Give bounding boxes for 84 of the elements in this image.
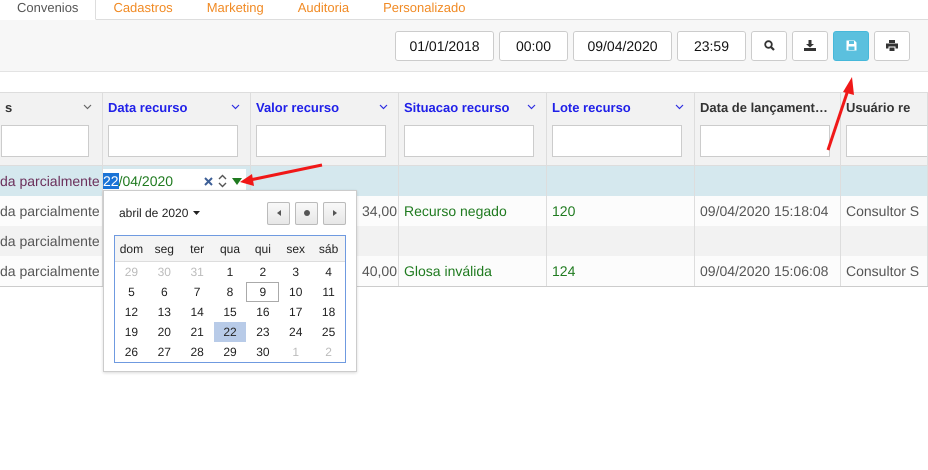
column-title[interactable]: Data recurso: [108, 100, 188, 114]
triangle-left-icon: [276, 210, 280, 216]
next-month-button[interactable]: [323, 202, 346, 224]
cell-text: 34,00: [362, 203, 397, 219]
filter-field[interactable]: [1, 125, 89, 157]
calendar-day[interactable]: 15: [214, 302, 246, 322]
weekday-label: qui: [254, 240, 272, 258]
spinner-icon[interactable]: [218, 174, 227, 188]
chevron-down-icon[interactable]: [527, 104, 536, 110]
calendar-day[interactable]: 27: [148, 342, 181, 362]
calendar-day[interactable]: 22: [214, 322, 246, 342]
cell-text: Consultor S: [846, 263, 920, 279]
calendar-day[interactable]: 9: [246, 282, 280, 302]
cell-text: 09/04/2020 15:06:08: [700, 263, 828, 279]
calendar-day[interactable]: 25: [312, 322, 346, 342]
column-title[interactable]: Situacao recurso: [404, 100, 510, 114]
cell-text: da parcialmente: [0, 263, 100, 279]
triangle-right-icon: [332, 210, 336, 216]
chevron-down-icon[interactable]: [231, 104, 240, 110]
cell-text: da parcialmente: [0, 173, 100, 189]
calendar-day[interactable]: 26: [115, 342, 148, 362]
cell-text: 40,00: [362, 263, 397, 279]
calendar-day[interactable]: 18: [312, 302, 346, 322]
filter-field[interactable]: [700, 125, 830, 157]
column-title[interactable]: Usuário re: [846, 100, 910, 114]
calendar-day[interactable]: 13: [148, 302, 181, 322]
print-button[interactable]: [874, 30, 910, 60]
calendar-day[interactable]: 1: [214, 262, 246, 282]
cell-text: 120: [552, 203, 576, 219]
chevron-down-icon[interactable]: [83, 104, 92, 110]
cell-text: da parcialmente: [0, 203, 100, 219]
caret-icon: [193, 211, 200, 215]
dot-icon: [304, 210, 310, 216]
calendar-day[interactable]: 23: [246, 322, 280, 342]
column-title[interactable]: s: [5, 100, 12, 114]
date-field[interactable]: 01/01/2018: [395, 30, 494, 60]
cell-text: 09/04/2020 15:18:04: [700, 203, 828, 219]
cell-text: Glosa inválida: [404, 263, 492, 279]
calendar-day[interactable]: 29: [214, 342, 246, 362]
filter-field[interactable]: [256, 125, 386, 157]
chevron-down-icon[interactable]: [675, 104, 684, 110]
weekday-label: sáb: [318, 240, 340, 258]
calendar-day[interactable]: 19: [115, 322, 148, 342]
column-title[interactable]: Valor recurso: [256, 100, 340, 114]
weekday-label: seg: [154, 240, 175, 258]
cell-text: Consultor S: [846, 203, 920, 219]
calendar-day[interactable]: 28: [180, 342, 214, 362]
calendar-day[interactable]: 24: [279, 322, 312, 342]
filter-field[interactable]: [552, 125, 682, 157]
download-button[interactable]: [792, 30, 828, 60]
search-icon: [764, 40, 774, 51]
calendar-day[interactable]: 2: [246, 262, 280, 282]
calendar-day[interactable]: 20: [148, 322, 181, 342]
calendar-day[interactable]: 17: [279, 302, 312, 322]
cell-text: 124: [552, 263, 576, 279]
printer-icon: [886, 40, 898, 51]
weekday-label: qua: [218, 240, 242, 258]
clear-icon[interactable]: [204, 176, 213, 186]
weekday-label: dom: [118, 240, 144, 258]
download-icon: [804, 40, 816, 51]
calendar-day[interactable]: 4: [312, 262, 346, 282]
calendar-day[interactable]: 21: [180, 322, 214, 342]
cell-text: Recurso negado: [404, 203, 507, 219]
calendar-day[interactable]: 12: [115, 302, 148, 322]
calendar-day[interactable]: 16: [246, 302, 280, 322]
today-button[interactable]: [295, 202, 318, 224]
column-title[interactable]: Data de lançament…: [700, 100, 828, 114]
calendar-day[interactable]: 14: [180, 302, 214, 322]
column-title[interactable]: Lote recurso: [552, 100, 631, 114]
calendar-day[interactable]: 30: [246, 342, 280, 362]
time-field[interactable]: 23:59: [677, 30, 746, 60]
weekday-label: ter: [189, 240, 206, 258]
month-dropdown[interactable]: abril de 2020: [114, 206, 206, 220]
dropdown-icon[interactable]: [232, 178, 242, 184]
calendar-day[interactable]: 3: [279, 262, 312, 282]
weekday-label: sex: [285, 240, 306, 258]
previous-month-button[interactable]: [267, 202, 290, 224]
date-field[interactable]: 09/04/2020: [573, 30, 672, 60]
cell-text: da parcialmente: [0, 233, 100, 249]
chevron-down-icon[interactable]: [379, 104, 388, 110]
filter-field[interactable]: [108, 125, 238, 157]
search-button[interactable]: [751, 30, 787, 60]
filter-field[interactable]: [404, 125, 534, 157]
time-field[interactable]: 00:00: [499, 30, 568, 60]
